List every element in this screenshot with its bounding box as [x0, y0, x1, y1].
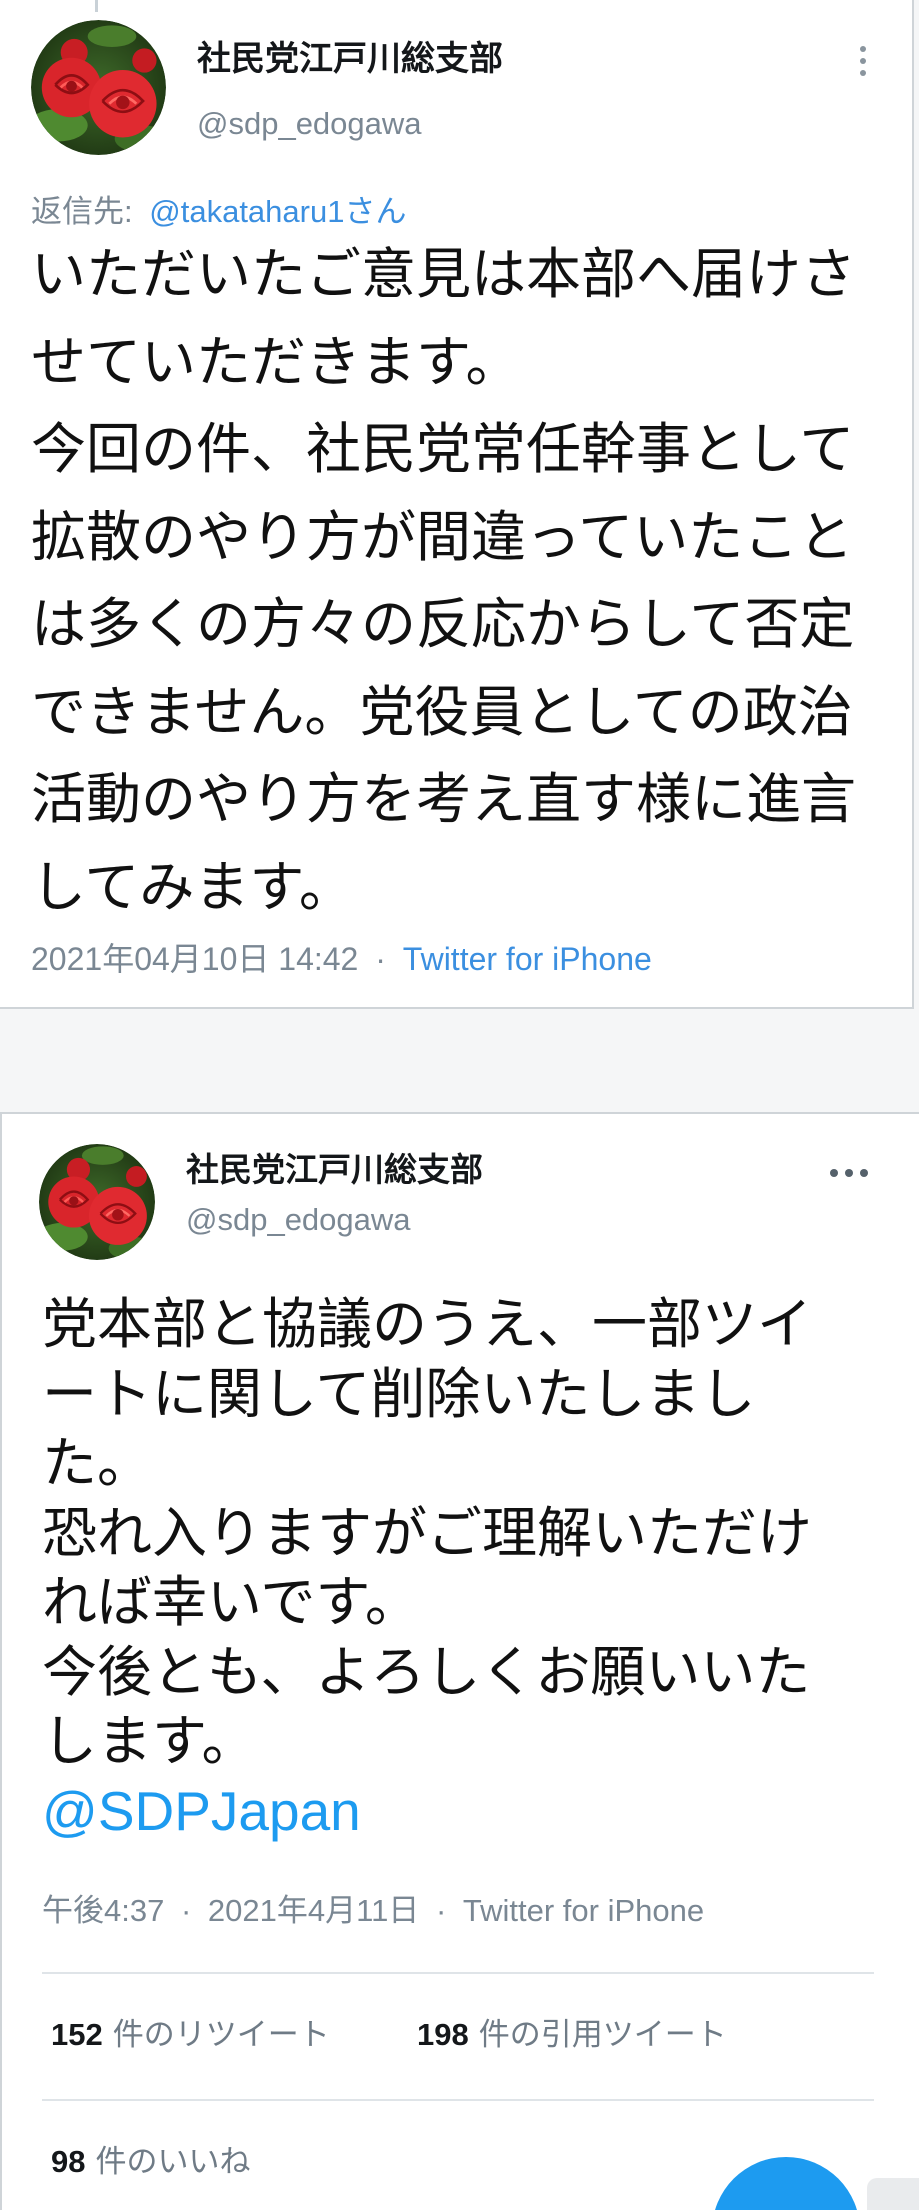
tweet-text-line: ートに関して削除いたしまし	[42, 1361, 756, 1426]
tweet-text-line: してみます。	[31, 854, 354, 919]
reply-tweet-card[interactable]: 社民党江戸川総支部 @sdp_edogawa 返信先: @takataharu1…	[0, 0, 914, 1009]
quotes-label: 件の引用ツイート	[478, 2017, 727, 2053]
divider	[42, 1972, 874, 1974]
tweet-text: いただいたご意見は本部へ届けさ せていただきます。 今回の件、社民党常任幹事とし…	[31, 231, 856, 931]
reply-to-line: 返信先: @takataharu1さん	[31, 192, 406, 232]
likes-count-link[interactable]: 98 件のいいね	[51, 2142, 250, 2182]
quotes-count-link[interactable]: 198 件の引用ツイート	[417, 2015, 727, 2055]
tweet-timestamp[interactable]: 2021年04月10日 14:42	[31, 941, 358, 977]
tweet-text-line: 党本部と協議のうえ、一部ツイ	[42, 1292, 813, 1356]
tweet-text-line: は多くの方々の反応からして否定	[31, 592, 855, 656]
retweets-label: 件のリツイート	[112, 2017, 330, 2053]
tweet-text: 党本部と協議のうえ、一部ツイ ートに関して削除いたしまし た。 恐れ入りますがご…	[42, 1290, 812, 1846]
thread-line	[95, 0, 98, 12]
separator-dot: ·	[435, 1893, 447, 1928]
quotes-count: 198	[417, 2017, 469, 2052]
tweet-text-line: 活動のやり方を考え直す様に進言	[31, 767, 857, 831]
reply-to-label: 返信先:	[31, 194, 133, 229]
author-handle[interactable]: @sdp_edogawa	[186, 1201, 411, 1239]
tweet-text-line: 今回の件、社民党常任幹事として	[31, 417, 855, 481]
author-name[interactable]: 社民党江戸川総支部	[186, 1150, 483, 1190]
separator-dot: ·	[180, 1893, 192, 1928]
reply-to-handle-link[interactable]: @takataharu1さん	[149, 194, 406, 229]
tweet-text-line: できません。党役員としての政治	[31, 679, 853, 744]
more-horizontal-icon[interactable]	[830, 1169, 872, 1178]
screenshot-page: 社民党江戸川総支部 @sdp_edogawa 返信先: @takataharu1…	[0, 0, 919, 2210]
rose-avatar-image	[31, 20, 166, 155]
more-vertical-icon[interactable]	[859, 46, 867, 76]
avatar[interactable]	[39, 1144, 155, 1260]
divider	[42, 2099, 874, 2101]
tweet-text-line: せていただきます。	[31, 329, 521, 394]
tweet-source-link[interactable]: Twitter for iPhone	[463, 1893, 704, 1928]
tweet-text-line: いただいたご意見は本部へ届けさ	[31, 242, 857, 306]
tweet-text-line: れば幸いです。	[42, 1570, 420, 1634]
tweet-detail-card[interactable]: 社民党江戸川総支部 @sdp_edogawa 党本部と協議のうえ、一部ツイ ート…	[0, 1112, 919, 2210]
avatar[interactable]	[31, 20, 166, 155]
likes-label: 件のいいね	[95, 2144, 251, 2180]
author-name[interactable]: 社民党江戸川総支部	[197, 39, 503, 79]
tweet-text-line: 拡散のやり方が間違っていたこと	[31, 504, 854, 569]
tweet-date[interactable]: 2021年4月11日	[208, 1893, 419, 1928]
retweets-count: 152	[51, 2017, 103, 2052]
tweet-source-link[interactable]: Twitter for iPhone	[403, 941, 652, 977]
tweet-text-line: します。	[42, 1709, 257, 1773]
corner-overlay	[867, 2178, 919, 2210]
tweet-text-line: た。	[42, 1431, 153, 1495]
tweet-text-line: 今後とも、よろしくお願いいた	[42, 1639, 811, 1704]
tweet-timestamp-line: 2021年04月10日 14:42 · Twitter for iPhone	[31, 939, 652, 979]
retweets-count-link[interactable]: 152 件のリツイート	[51, 2015, 330, 2055]
rose-avatar-image	[39, 1144, 155, 1260]
tweet-time[interactable]: 午後4:37	[42, 1893, 164, 1928]
tweet-timestamp-line: 午後4:37 · 2021年4月11日 · Twitter for iPhone	[42, 1891, 704, 1931]
tweet-text-line: 恐れ入りますがご理解いただけ	[42, 1500, 813, 1565]
separator-dot: ·	[375, 941, 386, 977]
author-handle[interactable]: @sdp_edogawa	[197, 105, 422, 143]
compose-fab-button[interactable]	[712, 2157, 860, 2210]
likes-count: 98	[51, 2144, 86, 2179]
mention-link[interactable]: @SDPJapan	[42, 1777, 812, 1847]
